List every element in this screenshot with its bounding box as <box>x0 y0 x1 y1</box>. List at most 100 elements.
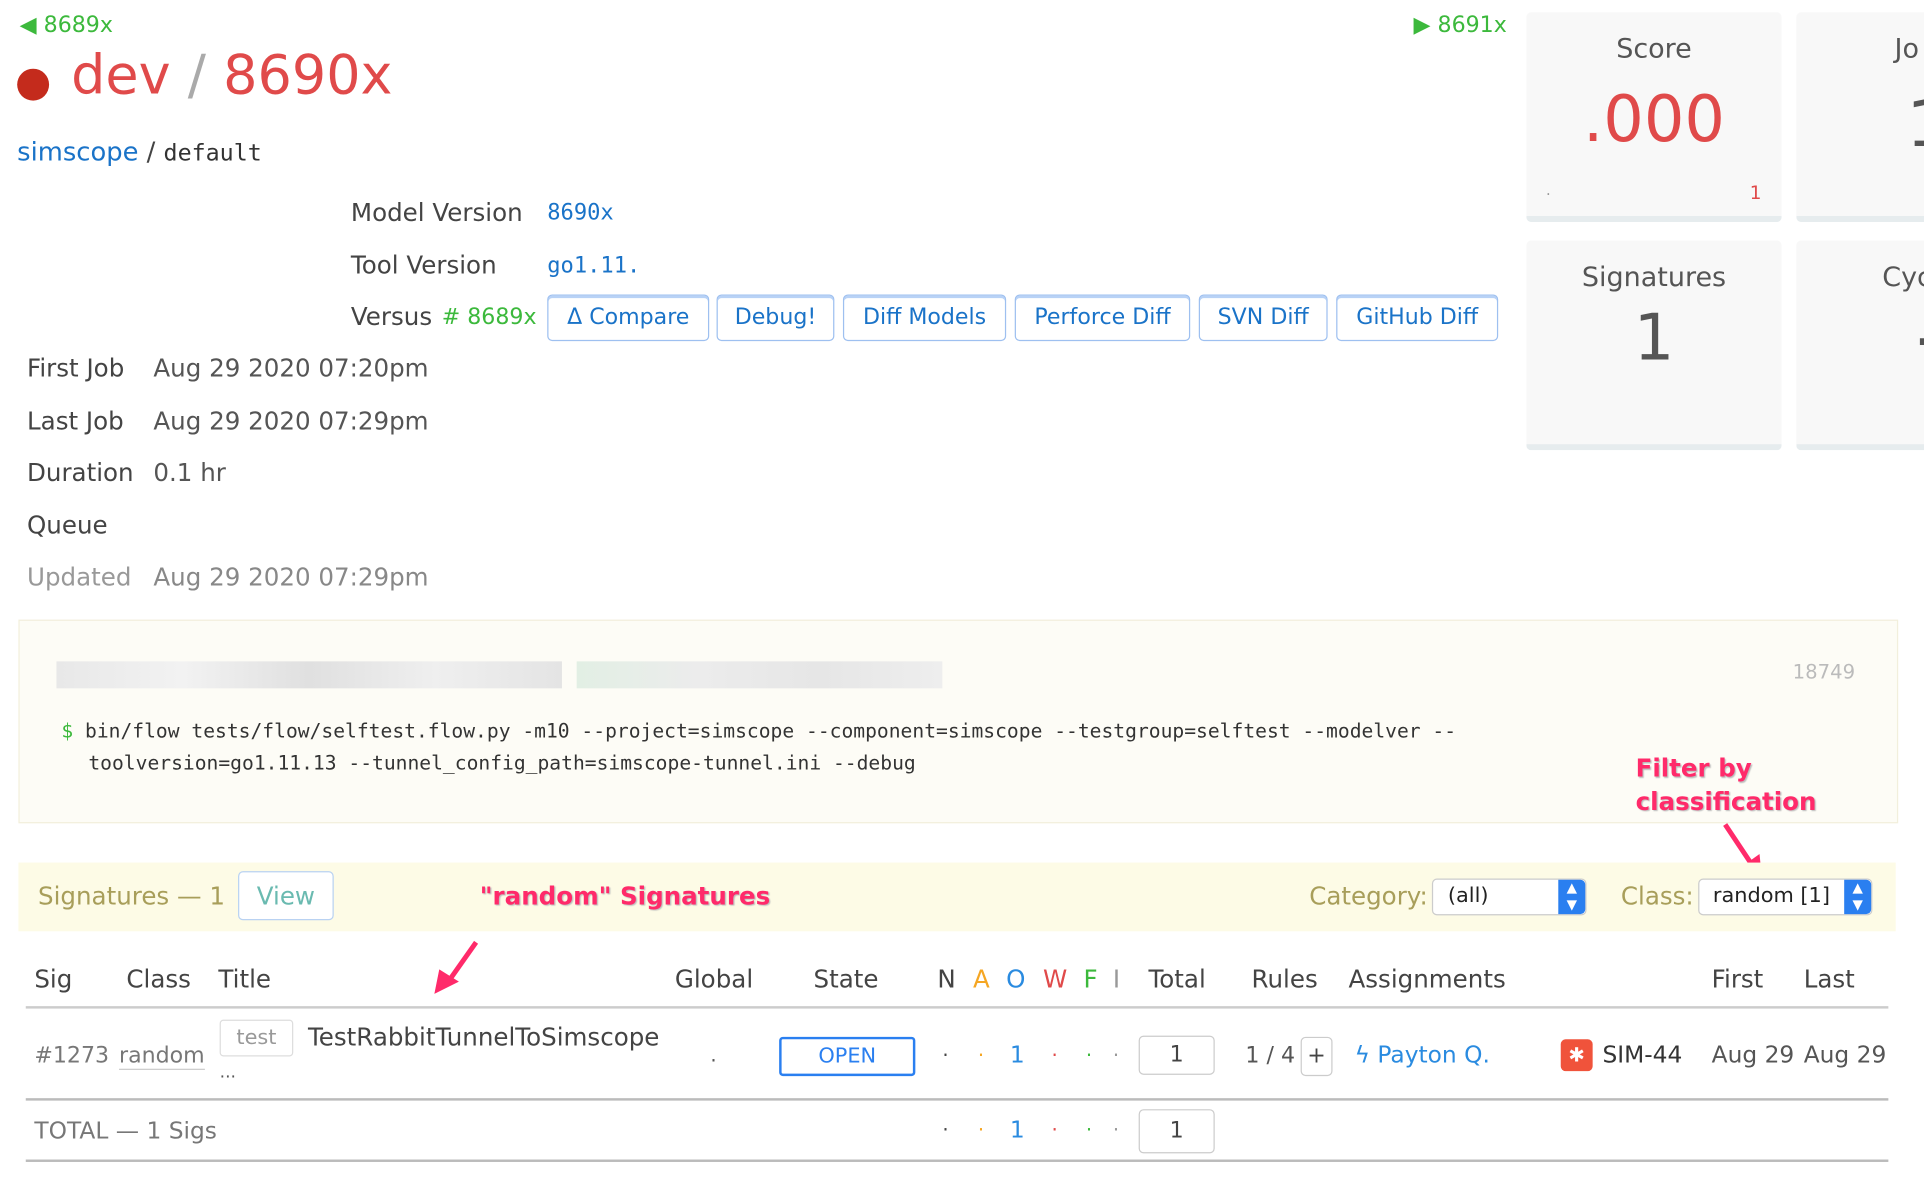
command-id: 18749 <box>1792 660 1856 684</box>
state-badge[interactable]: OPEN <box>779 1036 916 1077</box>
header-rules[interactable]: Rules <box>1252 964 1318 993</box>
assignee-link[interactable]: ϟ Payton Q. <box>1355 1042 1490 1069</box>
status-dot-icon <box>17 68 50 101</box>
bug-icon: ✱ <box>1560 1039 1593 1072</box>
score-value: .000 <box>1582 83 1726 158</box>
view-button[interactable]: View <box>238 871 334 921</box>
sig-id[interactable]: #1273 <box>34 1043 109 1069</box>
perforce-diff-button[interactable]: Perforce Diff <box>1014 294 1191 342</box>
versus-link[interactable]: # 8689x <box>442 304 537 330</box>
versus-label: Versus <box>350 301 433 332</box>
count-o: 1 <box>1009 1041 1025 1069</box>
header-sig[interactable]: Sig <box>34 964 72 993</box>
signatures-card: Signatures 1 <box>1526 240 1782 451</box>
model-version-value[interactable]: 8690x <box>547 200 613 226</box>
tool-version-label: Tool Version <box>350 250 497 280</box>
sig-class[interactable]: random <box>119 1043 205 1070</box>
total-label: TOTAL — 1 Sigs <box>34 1117 217 1145</box>
first-job-label: First Job <box>26 353 125 383</box>
header-total[interactable]: Total <box>1148 964 1205 993</box>
github-diff-button[interactable]: GitHub Diff <box>1336 294 1499 342</box>
count-f: · <box>1085 1042 1093 1067</box>
class-select[interactable]: random [1] ▲ ▼ <box>1698 878 1873 916</box>
total-i: · <box>1112 1117 1120 1142</box>
total-o: 1 <box>1009 1116 1025 1144</box>
grand-total: 1 <box>1138 1109 1215 1154</box>
total-w: · <box>1051 1117 1058 1142</box>
command-line-cont[interactable]: toolversion=go1.11.13 --tunnel_config_pa… <box>88 751 915 774</box>
last-seen: Aug 29 <box>1803 1041 1887 1069</box>
duration-value: 0.1 hr <box>153 457 226 488</box>
annotation-random: "random" Signatures <box>479 880 771 911</box>
ticket-link[interactable]: SIM-44 <box>1602 1042 1682 1069</box>
divider <box>25 1098 1889 1101</box>
last-job-label: Last Job <box>26 406 124 436</box>
score-card: Score .000 . 1 <box>1526 12 1782 223</box>
class-label: Class: <box>1620 880 1694 911</box>
header-w[interactable]: W <box>1043 964 1067 993</box>
header-f[interactable]: F <box>1083 964 1097 993</box>
duration-label: Duration <box>26 457 134 488</box>
compare-button[interactable]: Δ Compare <box>547 294 710 342</box>
signatures-heading: Signatures — 1 <box>38 880 225 911</box>
signatures-count: 1 <box>1633 301 1675 376</box>
updated-value: Aug 29 2020 07:29pm <box>153 561 429 592</box>
caret-right-icon: ▶ <box>1413 12 1431 39</box>
lightning-icon: ϟ <box>1354 1041 1371 1069</box>
breadcrumb-project-link[interactable]: simscope <box>17 137 138 166</box>
command-panel: 18749 $ bin/flow tests/flow/selftest.flo… <box>18 619 1899 824</box>
caret-left-icon: ◀ <box>19 12 37 39</box>
divider <box>25 1159 1889 1162</box>
sig-title[interactable]: TestRabbitTunnelToSimscope <box>308 1022 659 1051</box>
first-job-value: Aug 29 2020 07:20pm <box>153 353 429 383</box>
divider <box>25 1006 1889 1009</box>
header-last[interactable]: Last <box>1804 964 1855 993</box>
queue-label: Queue <box>26 510 108 540</box>
prev-build-link[interactable]: ◀ 8689x <box>20 12 113 38</box>
command-line[interactable]: $ bin/flow tests/flow/selftest.flow.py -… <box>61 719 1456 742</box>
header-a[interactable]: A <box>973 964 990 993</box>
annotation-arrow-icon <box>434 940 479 994</box>
add-rule-button[interactable]: + <box>1300 1036 1333 1077</box>
redacted-text <box>56 661 562 689</box>
first-seen: Aug 29 <box>1711 1041 1795 1069</box>
header-o[interactable]: O <box>1006 964 1025 993</box>
breadcrumb: simscope / default <box>17 137 262 167</box>
svn-diff-button[interactable]: SVN Diff <box>1198 294 1328 342</box>
total-f: · <box>1085 1117 1093 1142</box>
signatures-bar: Signatures — 1 View "random" Signatures … <box>18 862 1896 932</box>
tool-version-value[interactable]: go1.11. <box>547 253 640 279</box>
diff-models-button[interactable]: Diff Models <box>842 294 1007 342</box>
model-version-label: Model Version <box>350 197 523 227</box>
header-first[interactable]: First <box>1712 964 1764 993</box>
annotation-filter: Filter by classification <box>1635 753 1817 816</box>
last-job-value: Aug 29 2020 07:29pm <box>153 406 429 436</box>
header-assignments[interactable]: Assignments <box>1348 964 1505 993</box>
next-build-link[interactable]: ▶ 8691x <box>1414 12 1507 38</box>
header-global[interactable]: Global <box>675 964 753 993</box>
page-title: dev / 8690x <box>71 44 393 107</box>
header-i[interactable]: I <box>1113 964 1120 993</box>
header-state[interactable]: State <box>814 964 879 993</box>
tag-badge[interactable]: test <box>219 1019 294 1057</box>
count-w: · <box>1051 1042 1058 1067</box>
redacted-text <box>576 661 943 689</box>
cycles-card: Cyc · <box>1796 240 1924 451</box>
header-class[interactable]: Class <box>126 964 191 993</box>
total-a: · <box>977 1117 985 1142</box>
count-n: · <box>942 1042 949 1067</box>
more-link[interactable]: ... <box>220 1063 236 1083</box>
total-n: · <box>942 1117 949 1142</box>
debug-button[interactable]: Debug! <box>716 294 835 342</box>
global-value: . <box>710 1042 717 1067</box>
select-arrows-icon: ▲ ▼ <box>1558 879 1586 915</box>
header-n[interactable]: N <box>937 964 955 993</box>
category-select[interactable]: (all) ▲ ▼ <box>1431 878 1587 916</box>
category-label: Category: <box>1309 880 1428 911</box>
updated-label: Updated <box>26 561 132 592</box>
rules-value: 1 / 4 <box>1245 1042 1296 1069</box>
header-title[interactable]: Title <box>218 964 271 993</box>
select-arrows-icon: ▲ ▼ <box>1844 879 1872 915</box>
total-count: 1 <box>1138 1035 1215 1075</box>
count-i: · <box>1112 1042 1120 1067</box>
